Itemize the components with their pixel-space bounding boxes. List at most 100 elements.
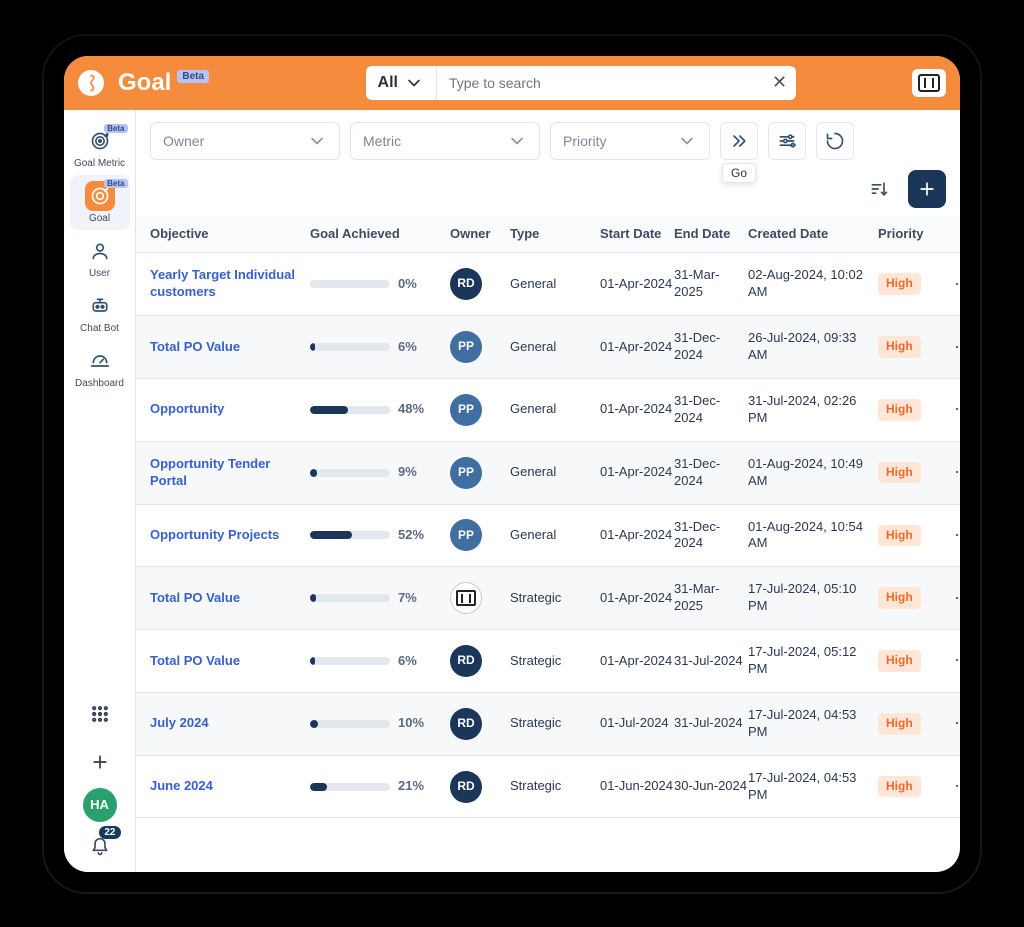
objective-link[interactable]: June 2024 [150,778,213,793]
objective-cell: Total PO Value [150,653,310,670]
priority-badge: High [878,336,921,358]
end-date-cell: 31-Dec-2024 [674,330,748,364]
filter-priority[interactable]: Priority [550,122,710,160]
sort-button[interactable] [860,170,898,208]
sidenav-item-chat-bot[interactable]: Chat Bot [70,285,130,340]
sidenav-item-label: Goal [89,213,110,224]
owner-cell: PP [450,331,510,363]
sidenav-item-label: Dashboard [75,378,124,389]
owner-cell: RD [450,771,510,803]
add-goal-button[interactable] [908,170,946,208]
search-clear-icon[interactable]: ✕ [764,72,796,93]
sidenav-item-dashboard[interactable]: Dashboard [70,340,130,395]
col-owner[interactable]: Owner [450,226,510,243]
filter-metric[interactable]: Metric [350,122,540,160]
objective-cell: Opportunity [150,401,310,418]
row-actions-menu[interactable]: ⋯ [948,525,960,546]
row-actions-menu[interactable]: ⋯ [948,713,960,734]
progress-cell: 21% [310,778,450,795]
user-avatar[interactable]: HA [83,788,117,822]
row-actions-menu[interactable]: ⋯ [948,650,960,671]
progress-cell: 10% [310,715,450,732]
chevron-down-icon [307,131,327,151]
col-goal-achieved[interactable]: Goal Achieved [310,226,450,243]
col-objective[interactable]: Objective [150,226,310,243]
col-end-date[interactable]: End Date [674,226,748,243]
type-cell: Strategic [510,715,600,732]
user-icon [85,236,115,266]
objective-link[interactable]: Opportunity Projects [150,527,279,542]
filters-bar: Owner Metric Priority [136,110,960,216]
col-created-date[interactable]: Created Date [748,226,878,243]
objective-link[interactable]: Total PO Value [150,339,240,354]
start-date-cell: 01-Jul-2024 [600,715,674,732]
objective-link[interactable]: Opportunity [150,401,224,416]
table-row: Total PO Value7%Strategic01-Apr-202431-M… [136,567,960,630]
owner-cell: RD [450,268,510,300]
objective-cell: Total PO Value [150,339,310,356]
chevron-down-icon [677,131,697,151]
org-logo-badge[interactable] [912,69,946,97]
page-title-text: Goal [118,69,171,97]
type-cell: General [510,527,600,544]
search-input[interactable] [437,66,764,100]
chat-bot-icon [85,291,115,321]
progress-cell: 9% [310,464,450,481]
objective-cell: Yearly Target Individual customers [150,267,310,301]
col-start-date[interactable]: Start Date [600,226,674,243]
owner-avatar[interactable]: PP [450,457,482,489]
created-date-cell: 31-Jul-2024, 02:26 PM [748,393,878,427]
row-actions-menu[interactable]: ⋯ [948,462,960,483]
search-scope-dropdown[interactable]: All [366,66,437,100]
owner-avatar[interactable]: PP [450,394,482,426]
priority-cell: High [878,273,948,295]
filter-settings-button[interactable] [768,122,806,160]
table-row: Yearly Target Individual customers0%RDGe… [136,253,960,316]
table-row: Opportunity48%PPGeneral01-Apr-202431-Dec… [136,379,960,442]
owner-avatar[interactable] [450,582,482,614]
row-actions-menu[interactable]: ⋯ [948,776,960,797]
owner-avatar[interactable]: PP [450,331,482,363]
apps-grid-icon[interactable] [82,696,118,732]
created-date-cell: 01-Aug-2024, 10:54 AM [748,519,878,553]
priority-cell: High [878,587,948,609]
progress-cell: 6% [310,653,450,670]
row-actions-menu[interactable]: ⋯ [948,337,960,358]
notification-count: 22 [99,826,120,839]
table-row: Opportunity Tender Portal9%PPGeneral01-A… [136,442,960,505]
type-cell: Strategic [510,590,600,607]
app-header: Goal Beta All ✕ [64,56,960,110]
table-row: Total PO Value6%PPGeneral01-Apr-202431-D… [136,316,960,379]
notifications-icon[interactable]: 22 [85,832,115,862]
add-new-icon[interactable] [82,744,118,780]
col-type[interactable]: Type [510,226,600,243]
progress-cell: 52% [310,527,450,544]
sidenav-item-goal-metric[interactable]: BetaGoal Metric [70,120,130,175]
objective-link[interactable]: Opportunity Tender Portal [150,456,270,488]
objective-link[interactable]: July 2024 [150,715,209,730]
owner-avatar[interactable]: PP [450,519,482,551]
go-button[interactable] [720,122,758,160]
start-date-cell: 01-Apr-2024 [600,590,674,607]
plus-icon [917,179,937,199]
objective-link[interactable]: Total PO Value [150,590,240,605]
filter-owner[interactable]: Owner [150,122,340,160]
reset-filters-button[interactable] [816,122,854,160]
sidenav-item-user[interactable]: User [70,230,130,285]
owner-cell: PP [450,394,510,426]
beta-badge: Beta [177,70,209,83]
sidenav-item-goal[interactable]: BetaGoal [70,175,130,230]
owner-avatar[interactable]: RD [450,771,482,803]
row-actions-menu[interactable]: ⋯ [948,399,960,420]
row-actions-menu[interactable]: ⋯ [948,588,960,609]
row-actions-menu[interactable]: ⋯ [948,274,960,295]
end-date-cell: 31-Mar-2025 [674,581,748,615]
owner-avatar[interactable]: RD [450,708,482,740]
owner-avatar[interactable]: RD [450,268,482,300]
col-priority[interactable]: Priority [878,226,948,243]
filter-metric-label: Metric [363,133,401,149]
objective-link[interactable]: Total PO Value [150,653,240,668]
objective-cell: June 2024 [150,778,310,795]
objective-link[interactable]: Yearly Target Individual customers [150,267,295,299]
owner-avatar[interactable]: RD [450,645,482,677]
